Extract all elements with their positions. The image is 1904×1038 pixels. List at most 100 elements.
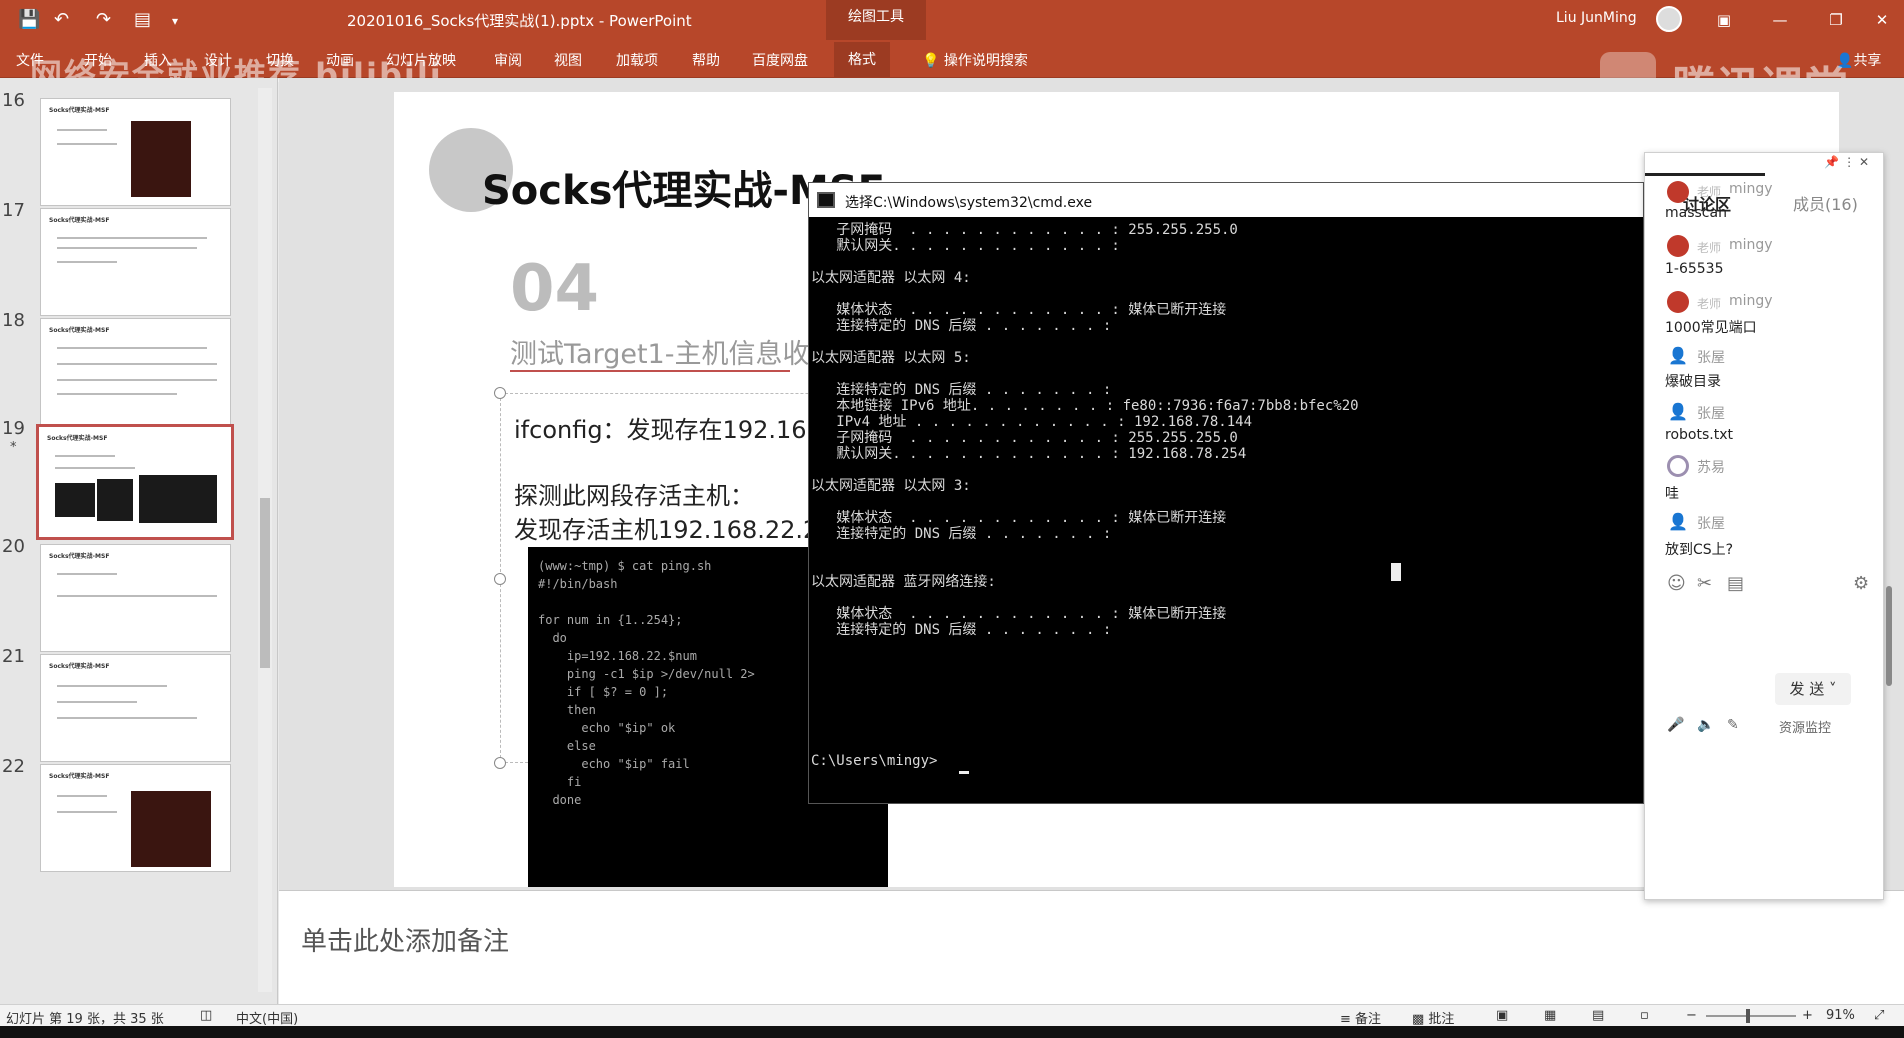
more-icon[interactable]: ⋮ xyxy=(1843,155,1855,169)
thumbnail-title: Socks代理实战-MSF xyxy=(49,663,110,670)
scrollbar-thumb[interactable] xyxy=(260,498,270,668)
notes-toggle[interactable]: ≡ 备注 xyxy=(1340,1008,1381,1027)
resource-monitor-label[interactable]: 资源监控 xyxy=(1779,717,1831,736)
message-text: robots.txt xyxy=(1665,427,1733,443)
resize-handle[interactable] xyxy=(494,757,506,769)
present-icon[interactable]: ▤ xyxy=(134,9,151,30)
found-host-line[interactable]: 发现存活主机192.168.22.22 xyxy=(514,510,834,545)
resize-handle[interactable] xyxy=(494,573,506,585)
emoji-icon[interactable]: ☺ xyxy=(1667,573,1686,594)
save-icon[interactable]: 💾 xyxy=(18,9,40,30)
slideshow-icon[interactable]: ▫ xyxy=(1640,1008,1649,1023)
message-role: 老师 xyxy=(1697,185,1722,199)
cmd-window[interactable]: 选择C:\Windows\system32\cmd.exe 子网掩码 . . .… xyxy=(808,182,1644,804)
slide-thumbnail-20[interactable]: Socks代理实战-MSF xyxy=(40,544,231,652)
tab-view[interactable]: 视图 xyxy=(554,50,582,70)
slide-thumbnail-17[interactable]: Socks代理实战-MSF xyxy=(40,208,231,316)
tab-help[interactable]: 帮助 xyxy=(692,50,720,70)
probe-line[interactable]: 探测此网段存活主机： xyxy=(514,476,754,511)
thumbnail-text-line xyxy=(57,363,217,365)
tab-animations[interactable]: 动画 xyxy=(326,50,354,70)
tab-baidu-netdisk[interactable]: 百度网盘 xyxy=(752,50,808,70)
thumbnail-number: 18 xyxy=(2,310,25,331)
chat-scrollbar[interactable] xyxy=(1886,586,1892,686)
resize-handle[interactable] xyxy=(494,387,506,399)
thumbnail-text-line xyxy=(57,573,117,575)
share-button[interactable]: 👤共享 xyxy=(1836,50,1881,70)
cmd-titlebar[interactable]: 选择C:\Windows\system32\cmd.exe xyxy=(809,183,1643,217)
slide-thumbnail-21[interactable]: Socks代理实战-MSF xyxy=(40,654,231,762)
close-icon[interactable]: ✕ xyxy=(1859,155,1869,169)
accessibility-icon[interactable]: ◫ xyxy=(200,1008,212,1023)
tab-transitions[interactable]: 切换 xyxy=(266,50,294,70)
thumbnail-text-line xyxy=(57,129,107,131)
tab-file[interactable]: 文件 xyxy=(16,50,44,70)
comments-toggle[interactable]: ▩ 批注 xyxy=(1412,1008,1454,1027)
thumbnail-number: 19 xyxy=(2,418,25,439)
zoom-level[interactable]: 91% xyxy=(1826,1008,1855,1023)
zoom-slider-thumb[interactable] xyxy=(1746,1009,1750,1023)
avatar[interactable] xyxy=(1656,6,1682,32)
zoom-slider[interactable] xyxy=(1706,1015,1796,1017)
tell-me-search[interactable]: 💡 操作说明搜索 xyxy=(922,50,1028,70)
pen-icon[interactable]: ✎ xyxy=(1727,717,1739,733)
normal-view-icon[interactable]: ▣ xyxy=(1496,1008,1508,1023)
speaker-icon[interactable]: 🔈 xyxy=(1697,717,1714,733)
thumbnail-text-line xyxy=(57,795,107,797)
thumbnail-text-line xyxy=(57,811,117,813)
thumbnail-text-line xyxy=(57,143,117,145)
minimize-icon[interactable]: — xyxy=(1760,6,1800,34)
thumbnail-image xyxy=(131,791,211,867)
message-text: 1-65535 xyxy=(1665,261,1724,277)
prompt-cursor xyxy=(959,771,969,774)
thumbnail-title: Socks代理实战-MSF xyxy=(47,435,108,442)
tab-slideshow[interactable]: 幻灯片放映 xyxy=(386,50,456,70)
cmd-line: 以太网适配器 以太网 4: xyxy=(811,270,971,286)
zoom-in-icon[interactable]: + xyxy=(1802,1008,1813,1023)
comment-icon: ▩ xyxy=(1412,1012,1429,1027)
send-button[interactable]: 发 送 ˅ xyxy=(1775,673,1851,705)
scissors-icon[interactable]: ✂ xyxy=(1697,573,1712,594)
tab-design[interactable]: 设计 xyxy=(204,50,232,70)
cmd-prompt[interactable]: C:\Users\mingy> xyxy=(811,753,937,769)
restore-icon[interactable]: ❐ xyxy=(1816,6,1856,34)
tab-addins[interactable]: 加载项 xyxy=(616,50,658,70)
tell-me-label: 操作说明搜索 xyxy=(943,53,1028,69)
slide-thumbnail-19[interactable]: Socks代理实战-MSF xyxy=(36,424,234,540)
tab-insert[interactable]: 插入 xyxy=(144,50,172,70)
thumbnail-title: Socks代理实战-MSF xyxy=(49,217,110,224)
undo-icon[interactable]: ↶ xyxy=(54,9,69,30)
slide-thumbnail-22[interactable]: Socks代理实战-MSF xyxy=(40,764,231,872)
message-text: masscan xyxy=(1665,205,1727,221)
tab-home[interactable]: 开始 xyxy=(84,50,112,70)
tab-members[interactable]: 成员(16) xyxy=(1793,191,1858,215)
notes-pane[interactable]: 单击此处添加备注 xyxy=(279,890,1904,1004)
slide-sorter-icon[interactable]: ▦ xyxy=(1544,1008,1556,1023)
pin-icon[interactable]: 📌 xyxy=(1824,155,1839,169)
customize-toolbar-icon[interactable]: ▾ xyxy=(172,14,178,28)
section-number: 04 xyxy=(510,252,600,326)
notes-placeholder[interactable]: 单击此处添加备注 xyxy=(301,921,509,958)
fit-to-window-icon[interactable]: ⤢ xyxy=(1874,1008,1884,1023)
settings-icon[interactable]: ⚙ xyxy=(1853,573,1869,594)
message-role: 老师 xyxy=(1697,297,1722,311)
close-icon[interactable]: ✕ xyxy=(1862,6,1902,34)
thumbnail-scrollbar[interactable] xyxy=(258,88,272,992)
user-name[interactable]: Liu JunMing xyxy=(1556,10,1637,26)
tab-review[interactable]: 审阅 xyxy=(494,50,522,70)
redo-icon[interactable]: ↷ xyxy=(96,9,111,30)
zoom-out-icon[interactable]: − xyxy=(1686,1008,1697,1023)
reading-view-icon[interactable]: ▤ xyxy=(1592,1008,1604,1023)
tab-format[interactable]: 格式 xyxy=(834,42,890,78)
ribbon-display-options-icon[interactable]: ▣ xyxy=(1704,6,1744,34)
image-icon[interactable]: ▤ xyxy=(1727,573,1744,594)
section-subtitle[interactable]: 测试Target1-主机信息收集 xyxy=(510,332,836,371)
microphone-icon[interactable]: 🎤 xyxy=(1667,717,1684,733)
cmd-output[interactable]: 子网掩码 . . . . . . . . . . . . : 255.255.2… xyxy=(811,219,1641,803)
notes-icon: ≡ xyxy=(1340,1012,1356,1027)
message-sender: 张屋 xyxy=(1697,350,1725,366)
slide-thumbnail-18[interactable]: Socks代理实战-MSF xyxy=(40,318,231,426)
avatar xyxy=(1667,291,1689,313)
slide-thumbnail-16[interactable]: Socks代理实战-MSF xyxy=(40,98,231,206)
language-indicator[interactable]: 中文(中国) xyxy=(236,1008,298,1027)
